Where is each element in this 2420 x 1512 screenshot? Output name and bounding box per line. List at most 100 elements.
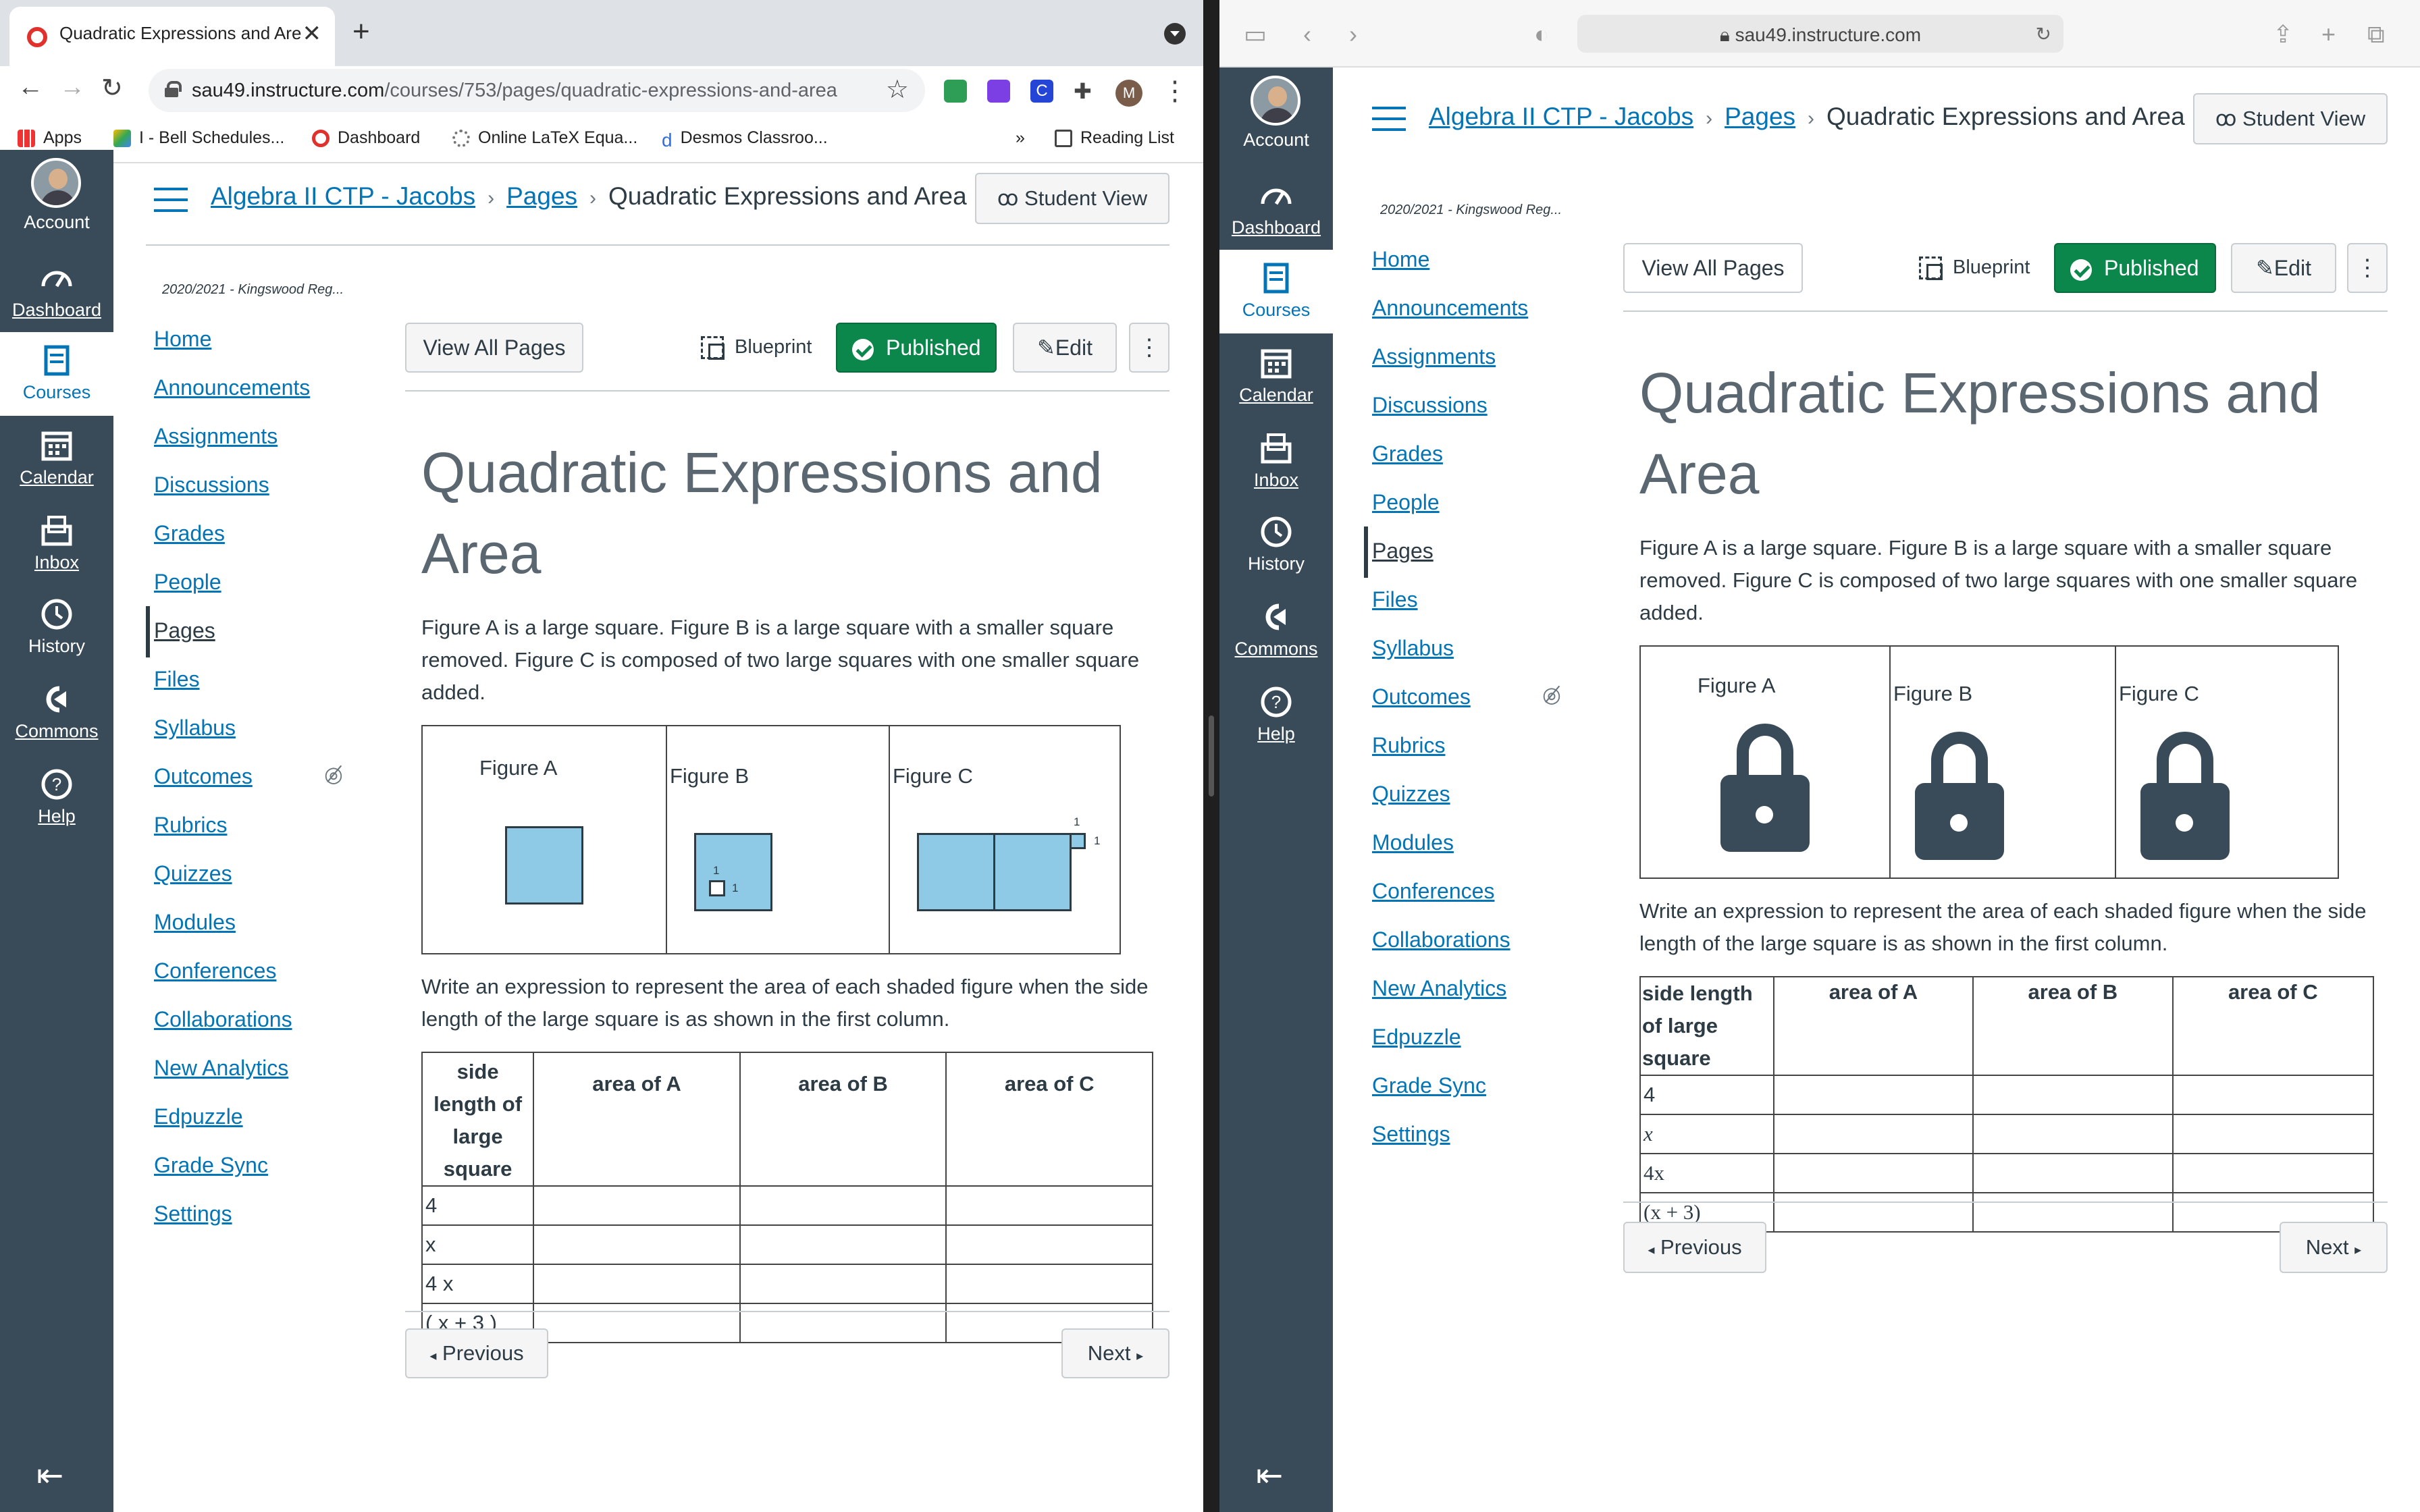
global-nav-inbox[interactable]: Inbox xyxy=(1219,420,1333,504)
close-tab-icon[interactable]: ✕ xyxy=(302,20,322,47)
view-all-pages-button[interactable]: View All Pages xyxy=(1623,243,1803,293)
bookmark-bell-schedules[interactable]: I - Bell Schedules... xyxy=(113,128,284,148)
global-nav-calendar[interactable]: Calendar xyxy=(0,417,113,501)
sidebar-item-files[interactable]: Files xyxy=(1372,587,1418,612)
global-nav-history[interactable]: History xyxy=(1219,504,1333,587)
sidebar-item-syllabus[interactable]: Syllabus xyxy=(1372,636,1454,661)
next-button[interactable]: Next ▸ xyxy=(2280,1222,2388,1273)
sidebar-item-grades[interactable]: Grades xyxy=(154,521,225,546)
sidebar-item-quizzes[interactable]: Quizzes xyxy=(1372,782,1450,807)
address-bar[interactable]: 🔒︎ sau49.instructure.com ↻ xyxy=(1577,15,2063,53)
blueprint-indicator[interactable]: Blueprint xyxy=(701,336,812,360)
sidebar-item-edpuzzle[interactable]: Edpuzzle xyxy=(1372,1025,1461,1050)
bookmark-desmos[interactable]: d Desmos Classroo... xyxy=(662,128,828,151)
bookmark-star-icon[interactable]: ☆ xyxy=(886,74,909,105)
sidebar-item-home[interactable]: Home xyxy=(154,327,211,352)
bookmark-dashboard[interactable]: Dashboard xyxy=(312,128,420,148)
sidebar-item-collaborations[interactable]: Collaborations xyxy=(154,1007,292,1032)
sidebar-item-new-analytics[interactable]: New Analytics xyxy=(154,1056,288,1081)
sidebar-item-pages[interactable]: Pages xyxy=(1372,539,1433,564)
sidebar-item-modules[interactable]: Modules xyxy=(1372,830,1454,855)
extensions-puzzle-icon[interactable]: ✚ xyxy=(1074,80,1097,103)
sidebar-item-edpuzzle[interactable]: Edpuzzle xyxy=(154,1104,243,1129)
sidebar-item-announcements[interactable]: Announcements xyxy=(1372,296,1528,321)
global-nav-history[interactable]: History xyxy=(0,586,113,670)
sidebar-item-collaborations[interactable]: Collaborations xyxy=(1372,927,1510,952)
tab-overview-icon[interactable]: ⧉ xyxy=(2367,20,2385,49)
address-bar[interactable]: sau49.instructure.com/courses/753/pages/… xyxy=(149,69,925,112)
global-nav-help[interactable]: ? Help xyxy=(1219,674,1333,757)
sidebar-item-discussions[interactable]: Discussions xyxy=(1372,393,1488,418)
c-extension-icon[interactable]: C xyxy=(1030,80,1053,103)
breadcrumb-course[interactable]: Algebra II CTP - Jacobs xyxy=(211,182,475,210)
global-nav-inbox[interactable]: Inbox xyxy=(0,502,113,586)
student-view-button[interactable]: ꝏ Student View xyxy=(975,173,1169,224)
sidebar-item-conferences[interactable]: Conferences xyxy=(1372,879,1494,904)
extension-icon[interactable] xyxy=(987,80,1010,103)
sidebar-item-quizzes[interactable]: Quizzes xyxy=(154,861,232,886)
browser-tab[interactable]: Quadratic Expressions and Are ✕ xyxy=(9,7,335,66)
share-icon[interactable]: ⇪ xyxy=(2273,20,2293,49)
sidebar-icon[interactable]: ▭ xyxy=(1244,20,1267,49)
chrome-menu-icon[interactable]: ⋮ xyxy=(1161,76,1188,107)
bookmark-apps[interactable]: Apps xyxy=(18,128,82,148)
collapse-nav-icon[interactable]: ⇤ xyxy=(1256,1457,1283,1494)
sidebar-item-discussions[interactable]: Discussions xyxy=(154,473,269,497)
global-nav-dashboard[interactable]: Dashboard xyxy=(0,250,113,333)
global-nav-courses[interactable]: Courses xyxy=(0,332,113,416)
previous-button[interactable]: ◂ Previous xyxy=(1623,1222,1766,1273)
sidebar-item-grades[interactable]: Grades xyxy=(1372,441,1443,466)
global-nav-courses[interactable]: Courses xyxy=(1219,250,1333,333)
split-grip[interactable] xyxy=(1209,716,1214,796)
sidebar-item-settings[interactable]: Settings xyxy=(1372,1122,1450,1147)
reload-icon[interactable]: ↻ xyxy=(2036,23,2051,45)
global-nav-calendar[interactable]: Calendar xyxy=(1219,335,1333,418)
edit-button[interactable]: ✎Edit xyxy=(2231,243,2336,293)
back-icon[interactable]: ← xyxy=(18,73,43,102)
edit-button[interactable]: ✎Edit xyxy=(1013,323,1117,373)
global-nav-account[interactable]: Account xyxy=(0,150,113,234)
new-tab-icon[interactable]: + xyxy=(2321,20,2336,49)
sidebar-item-assignments[interactable]: Assignments xyxy=(1372,344,1496,369)
collapse-nav-icon[interactable]: ⇤ xyxy=(36,1457,63,1494)
sidebar-item-pages[interactable]: Pages xyxy=(154,618,215,643)
more-options-button[interactable]: ⋮ xyxy=(1129,323,1169,373)
reading-list-button[interactable]: Reading List xyxy=(1055,128,1174,148)
privacy-shield-icon[interactable]: ◐ xyxy=(1534,20,1549,49)
previous-button[interactable]: ◂ Previous xyxy=(405,1328,548,1378)
tab-search-icon[interactable] xyxy=(1164,23,1186,45)
sidebar-item-modules[interactable]: Modules xyxy=(154,910,236,935)
sidebar-item-assignments[interactable]: Assignments xyxy=(154,424,278,449)
sidebar-item-settings[interactable]: Settings xyxy=(154,1202,232,1226)
published-button[interactable]: Published xyxy=(2054,243,2216,293)
sidebar-item-new-analytics[interactable]: New Analytics xyxy=(1372,976,1506,1001)
forward-icon[interactable]: → xyxy=(59,73,85,102)
profile-avatar[interactable]: M xyxy=(1115,80,1142,107)
sidebar-item-outcomes[interactable]: Outcomes xyxy=(1372,684,1471,709)
breadcrumb-pages[interactable]: Pages xyxy=(1725,103,1795,130)
sidebar-item-grade-sync[interactable]: Grade Sync xyxy=(154,1153,268,1178)
sidebar-item-rubrics[interactable]: Rubrics xyxy=(154,813,227,838)
sidebar-item-conferences[interactable]: Conferences xyxy=(154,959,276,983)
global-nav-commons[interactable]: Commons xyxy=(0,671,113,755)
breadcrumb-course[interactable]: Algebra II CTP - Jacobs xyxy=(1429,103,1693,130)
forward-icon[interactable]: › xyxy=(1349,20,1357,49)
sidebar-item-grade-sync[interactable]: Grade Sync xyxy=(1372,1073,1486,1098)
global-nav-help[interactable]: ? Help xyxy=(0,756,113,840)
new-tab-icon[interactable]: + xyxy=(352,15,370,49)
student-view-button[interactable]: ꝏ Student View xyxy=(2193,93,2388,144)
more-options-button[interactable]: ⋮ xyxy=(2347,243,2388,293)
sidebar-item-people[interactable]: People xyxy=(1372,490,1440,515)
bookmarks-overflow[interactable]: » xyxy=(1016,128,1025,148)
global-nav-account[interactable]: Account xyxy=(1219,68,1333,151)
reload-icon[interactable]: ↻ xyxy=(101,73,123,103)
split-view-divider[interactable] xyxy=(1203,0,1219,1512)
sidebar-item-outcomes[interactable]: Outcomes xyxy=(154,764,253,789)
sidebar-item-announcements[interactable]: Announcements xyxy=(154,375,310,400)
course-menu-hamburger-icon[interactable] xyxy=(1372,107,1406,131)
classroom-extension-icon[interactable] xyxy=(944,80,967,103)
breadcrumb-pages[interactable]: Pages xyxy=(506,182,577,210)
blueprint-indicator[interactable]: Blueprint xyxy=(1919,256,2030,281)
sidebar-item-syllabus[interactable]: Syllabus xyxy=(154,716,236,740)
sidebar-item-files[interactable]: Files xyxy=(154,667,200,692)
